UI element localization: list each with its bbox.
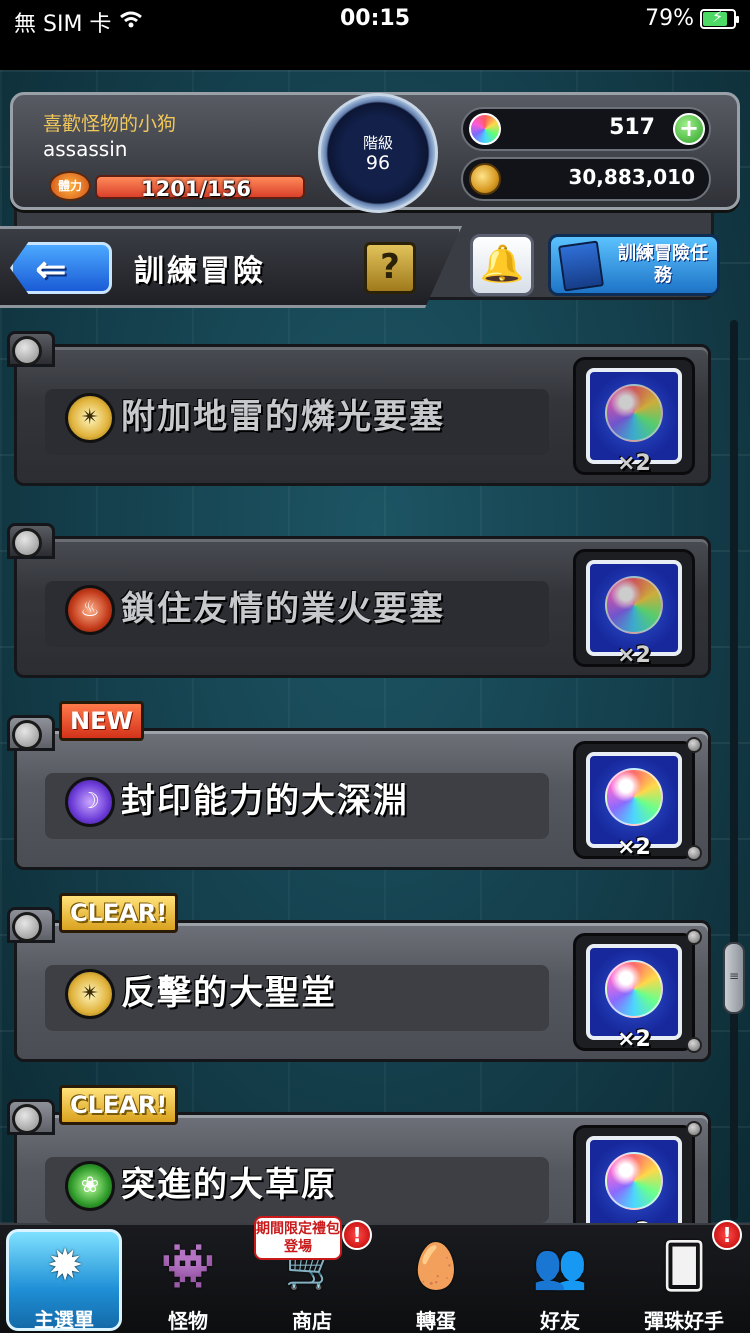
monster-icon: 👾 xyxy=(160,1241,216,1292)
tab-main-menu[interactable]: ✹ 主選單 xyxy=(6,1229,122,1332)
page-title: 訓練冒險 xyxy=(134,254,266,289)
battery-icon: ⚡ xyxy=(700,7,739,29)
gold-counter: 30,883,010 xyxy=(461,157,711,201)
scrollbar-track[interactable] xyxy=(730,320,738,1220)
shop-alert-badge: ! xyxy=(342,1220,372,1250)
stage-name: 鎖住友情的業火要塞 xyxy=(121,589,445,629)
orb-count: 517 xyxy=(609,115,655,140)
add-orb-button[interactable]: + xyxy=(673,113,705,145)
reward-box: ×2 xyxy=(573,357,695,476)
card-dot xyxy=(12,912,42,942)
player-card-alert-badge: ! xyxy=(712,1220,742,1250)
training-mission-button[interactable]: 訓練冒險任務 xyxy=(548,234,720,296)
reward-count: ×2 xyxy=(617,1027,651,1052)
reward-box: ×2 xyxy=(573,1125,695,1223)
egg-icon: 🥚 xyxy=(408,1241,464,1292)
mission-book-icon xyxy=(557,240,605,292)
reward-box: ×2 xyxy=(573,741,695,860)
tab-gacha[interactable]: 🥚 轉蛋 xyxy=(374,1237,498,1333)
tab-player-card[interactable]: 🂠 彈珠好手 xyxy=(622,1237,746,1333)
orb-icon xyxy=(469,113,501,145)
stamina-icon: 體力 xyxy=(49,171,91,201)
stage-card[interactable]: ✴ 附加地雷的燐光要塞 ×2 xyxy=(7,331,711,486)
tab-monster[interactable]: 👾 怪物 xyxy=(126,1237,250,1333)
battery-percent: 79% xyxy=(645,6,694,31)
screw-icon xyxy=(686,845,702,861)
stage-card[interactable]: ♨ 鎖住友情的業火要塞 ×2 xyxy=(7,523,711,678)
stage-name: 附加地雷的燐光要塞 xyxy=(121,397,445,437)
orb-reward-icon xyxy=(605,768,663,826)
tab-label: 彈珠好手 xyxy=(644,1309,724,1333)
new-tag: NEW xyxy=(59,701,144,741)
back-arrow-icon: ⇐ xyxy=(35,247,67,291)
reward-count: ×2 xyxy=(617,835,651,860)
stage-name: 封印能力的大深淵 xyxy=(121,781,409,821)
light-element-icon: ✴ xyxy=(65,393,115,443)
tab-label: 商店 xyxy=(292,1309,332,1333)
stage-name: 反擊的大聖堂 xyxy=(121,973,337,1013)
bottom-tab-bar: ✹ 主選單 👾 怪物 🛒 商店 🥚 轉蛋 👥 好友 🂠 彈珠好手 xyxy=(0,1223,750,1333)
friends-icon: 👥 xyxy=(532,1241,588,1292)
stage-name: 突進的大草原 xyxy=(121,1165,337,1205)
stage-card[interactable]: CLEAR! ✴ 反擊的大聖堂 ×2 xyxy=(7,893,711,1062)
screw-icon xyxy=(686,929,702,945)
game-area: 喜歡怪物的小狗 assassin 體力 1201/156 階級 96 517 +… xyxy=(0,70,750,1223)
rank-badge[interactable]: 階級 96 xyxy=(318,93,438,213)
fire-element-icon: ♨ xyxy=(65,585,115,635)
help-button[interactable]: ? xyxy=(364,242,416,294)
light-element-icon: ✴ xyxy=(65,969,115,1019)
stamina-value: 1201/156 xyxy=(141,177,251,201)
back-button[interactable]: ⇐ xyxy=(10,242,112,294)
player-header: 喜歡怪物的小狗 assassin 體力 1201/156 階級 96 517 +… xyxy=(10,92,740,213)
bell-icon: 🔔 xyxy=(479,244,525,285)
orb-reward-icon xyxy=(605,576,663,634)
reward-count: ×2 xyxy=(617,643,651,668)
tab-friends[interactable]: 👥 好友 xyxy=(498,1237,622,1333)
orb-reward-icon xyxy=(605,960,663,1018)
scrollbar-handle[interactable]: ≡ xyxy=(723,942,745,1014)
status-bar: 無 SIM 卡 00:15 79% ⚡ xyxy=(0,0,750,70)
stage-card[interactable]: NEW ☽ 封印能力的大深淵 ×2 xyxy=(7,701,711,870)
clear-tag: CLEAR! xyxy=(59,893,179,933)
tab-label: 主選單 xyxy=(34,1308,94,1332)
rank-label: 階級 xyxy=(362,134,393,152)
player-card-icon: 🂠 xyxy=(661,1241,707,1292)
player-subtitle: assassin xyxy=(43,137,128,161)
gold-count: 30,883,010 xyxy=(568,165,695,189)
clear-tag: CLEAR! xyxy=(59,1085,179,1125)
reward-count: ×2 xyxy=(617,451,651,476)
reward-box: ×2 xyxy=(573,933,695,1052)
card-dot xyxy=(12,336,42,366)
tab-label: 轉蛋 xyxy=(416,1309,456,1333)
wood-element-icon: ❀ xyxy=(65,1161,115,1211)
card-dot xyxy=(12,720,42,750)
main-menu-icon: ✹ xyxy=(46,1240,84,1291)
clock: 00:15 xyxy=(339,6,411,31)
limited-offer-badge[interactable]: 期間限定禮包登場 xyxy=(254,1216,342,1260)
screw-icon xyxy=(686,1037,702,1053)
orb-counter: 517 + xyxy=(461,107,711,151)
card-dot xyxy=(12,1104,42,1134)
screw-icon xyxy=(686,1121,702,1137)
tab-label: 怪物 xyxy=(168,1309,208,1333)
notification-bell-button[interactable]: 🔔 xyxy=(470,234,534,296)
orb-reward-icon xyxy=(605,1152,663,1210)
mission-button-label: 訓練冒險任務 xyxy=(618,243,708,286)
reward-box: ×2 xyxy=(573,549,695,668)
player-name: 喜歡怪物的小狗 xyxy=(43,113,177,135)
rank-value: 96 xyxy=(365,152,391,174)
card-dot xyxy=(12,528,42,558)
gold-coin-icon xyxy=(469,163,501,195)
stage-card[interactable]: CLEAR! ❀ 突進的大草原 ×2 xyxy=(7,1085,711,1223)
tab-label: 好友 xyxy=(540,1309,580,1333)
dark-element-icon: ☽ xyxy=(65,777,115,827)
orb-reward-icon xyxy=(605,384,663,442)
screw-icon xyxy=(686,737,702,753)
